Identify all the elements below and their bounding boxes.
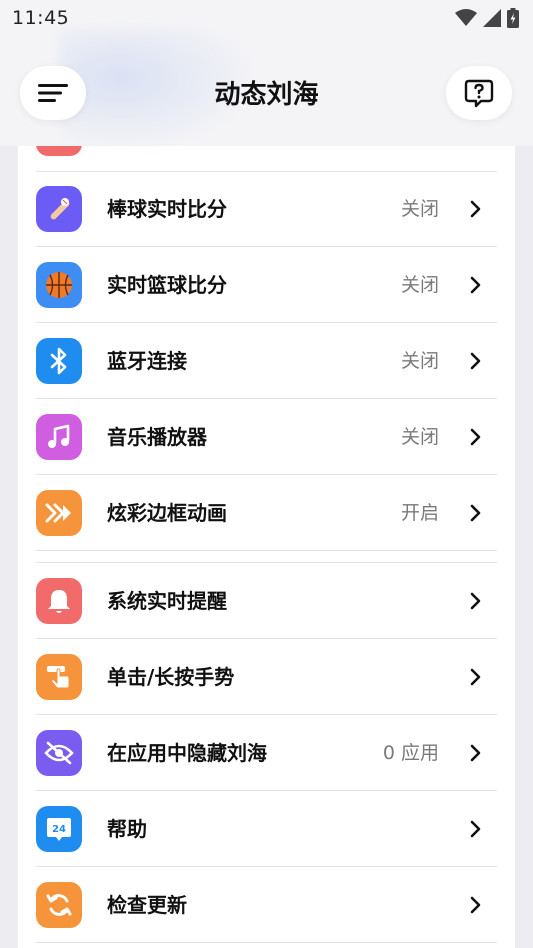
status-time: 11:45	[12, 7, 70, 29]
row-border-animation[interactable]: 炫彩边框动画 开启	[18, 475, 515, 551]
chevron-right-icon	[470, 352, 481, 370]
row-label: 系统实时提醒	[107, 589, 227, 613]
chevron-right-icon	[470, 668, 481, 686]
row-value: 开启	[400, 502, 439, 524]
chevron-right-icon	[470, 200, 481, 218]
chevron-right-icon	[470, 428, 481, 446]
status-bar: 11:45	[0, 0, 533, 36]
svg-text:24: 24	[52, 824, 66, 835]
feedback-button[interactable]	[446, 66, 512, 120]
row-system-alerts[interactable]: 系统实时提醒	[18, 563, 515, 639]
divider	[36, 942, 497, 943]
wifi-icon	[455, 9, 477, 26]
chevron-right-icon	[470, 744, 481, 762]
basketball-icon	[36, 262, 82, 308]
cell-signal-icon	[483, 9, 501, 27]
row-label: 实时篮球比分	[107, 273, 227, 297]
row-label: 炫彩边框动画	[107, 501, 227, 525]
row-value: 0 应用	[382, 742, 439, 764]
row-help[interactable]: 24 帮助	[18, 791, 515, 867]
row-check-update[interactable]: 检查更新	[18, 867, 515, 943]
row-gestures[interactable]: 单击/长按手势	[18, 639, 515, 715]
chevron-right-icon	[470, 276, 481, 294]
music-note-icon	[36, 414, 82, 460]
bell-icon	[36, 578, 82, 624]
row-value: 关闭	[400, 198, 439, 220]
refresh-icon	[36, 882, 82, 928]
row-baseball-score[interactable]: 棒球实时比分 关闭	[18, 171, 515, 247]
row-value: 关闭	[400, 274, 439, 296]
chevron-right-icon	[470, 820, 481, 838]
row-label: 帮助	[107, 817, 147, 841]
chevron-right-icon	[470, 504, 481, 522]
row-label: 棒球实时比分	[107, 197, 227, 221]
chevron-right-icon	[470, 896, 481, 914]
gesture-icon	[36, 654, 82, 700]
chevron-right-icon	[470, 592, 481, 610]
battery-icon	[507, 8, 519, 28]
question-bubble-icon	[464, 79, 494, 108]
baseball-icon	[36, 186, 82, 232]
status-icons	[455, 8, 519, 28]
animation-icon	[36, 490, 82, 536]
divider	[36, 550, 497, 551]
eye-off-icon	[36, 730, 82, 776]
row-label: 蓝牙连接	[107, 349, 187, 373]
row-basketball-score[interactable]: 实时篮球比分 关闭	[18, 247, 515, 323]
row-label: 在应用中隐藏刘海	[107, 741, 267, 765]
bluetooth-icon	[36, 338, 82, 384]
row-value: 关闭	[400, 426, 439, 448]
row-label: 音乐播放器	[107, 425, 207, 449]
row-hide-notch-in-apps[interactable]: 在应用中隐藏刘海 0 应用	[18, 715, 515, 791]
row-music-player[interactable]: 音乐播放器 关闭	[18, 399, 515, 475]
help-24-icon: 24	[36, 806, 82, 852]
row-label: 单击/长按手势	[107, 665, 235, 689]
row-value: 关闭	[400, 350, 439, 372]
row-bluetooth[interactable]: 蓝牙连接 关闭	[18, 323, 515, 399]
row-label: 检查更新	[107, 893, 187, 917]
